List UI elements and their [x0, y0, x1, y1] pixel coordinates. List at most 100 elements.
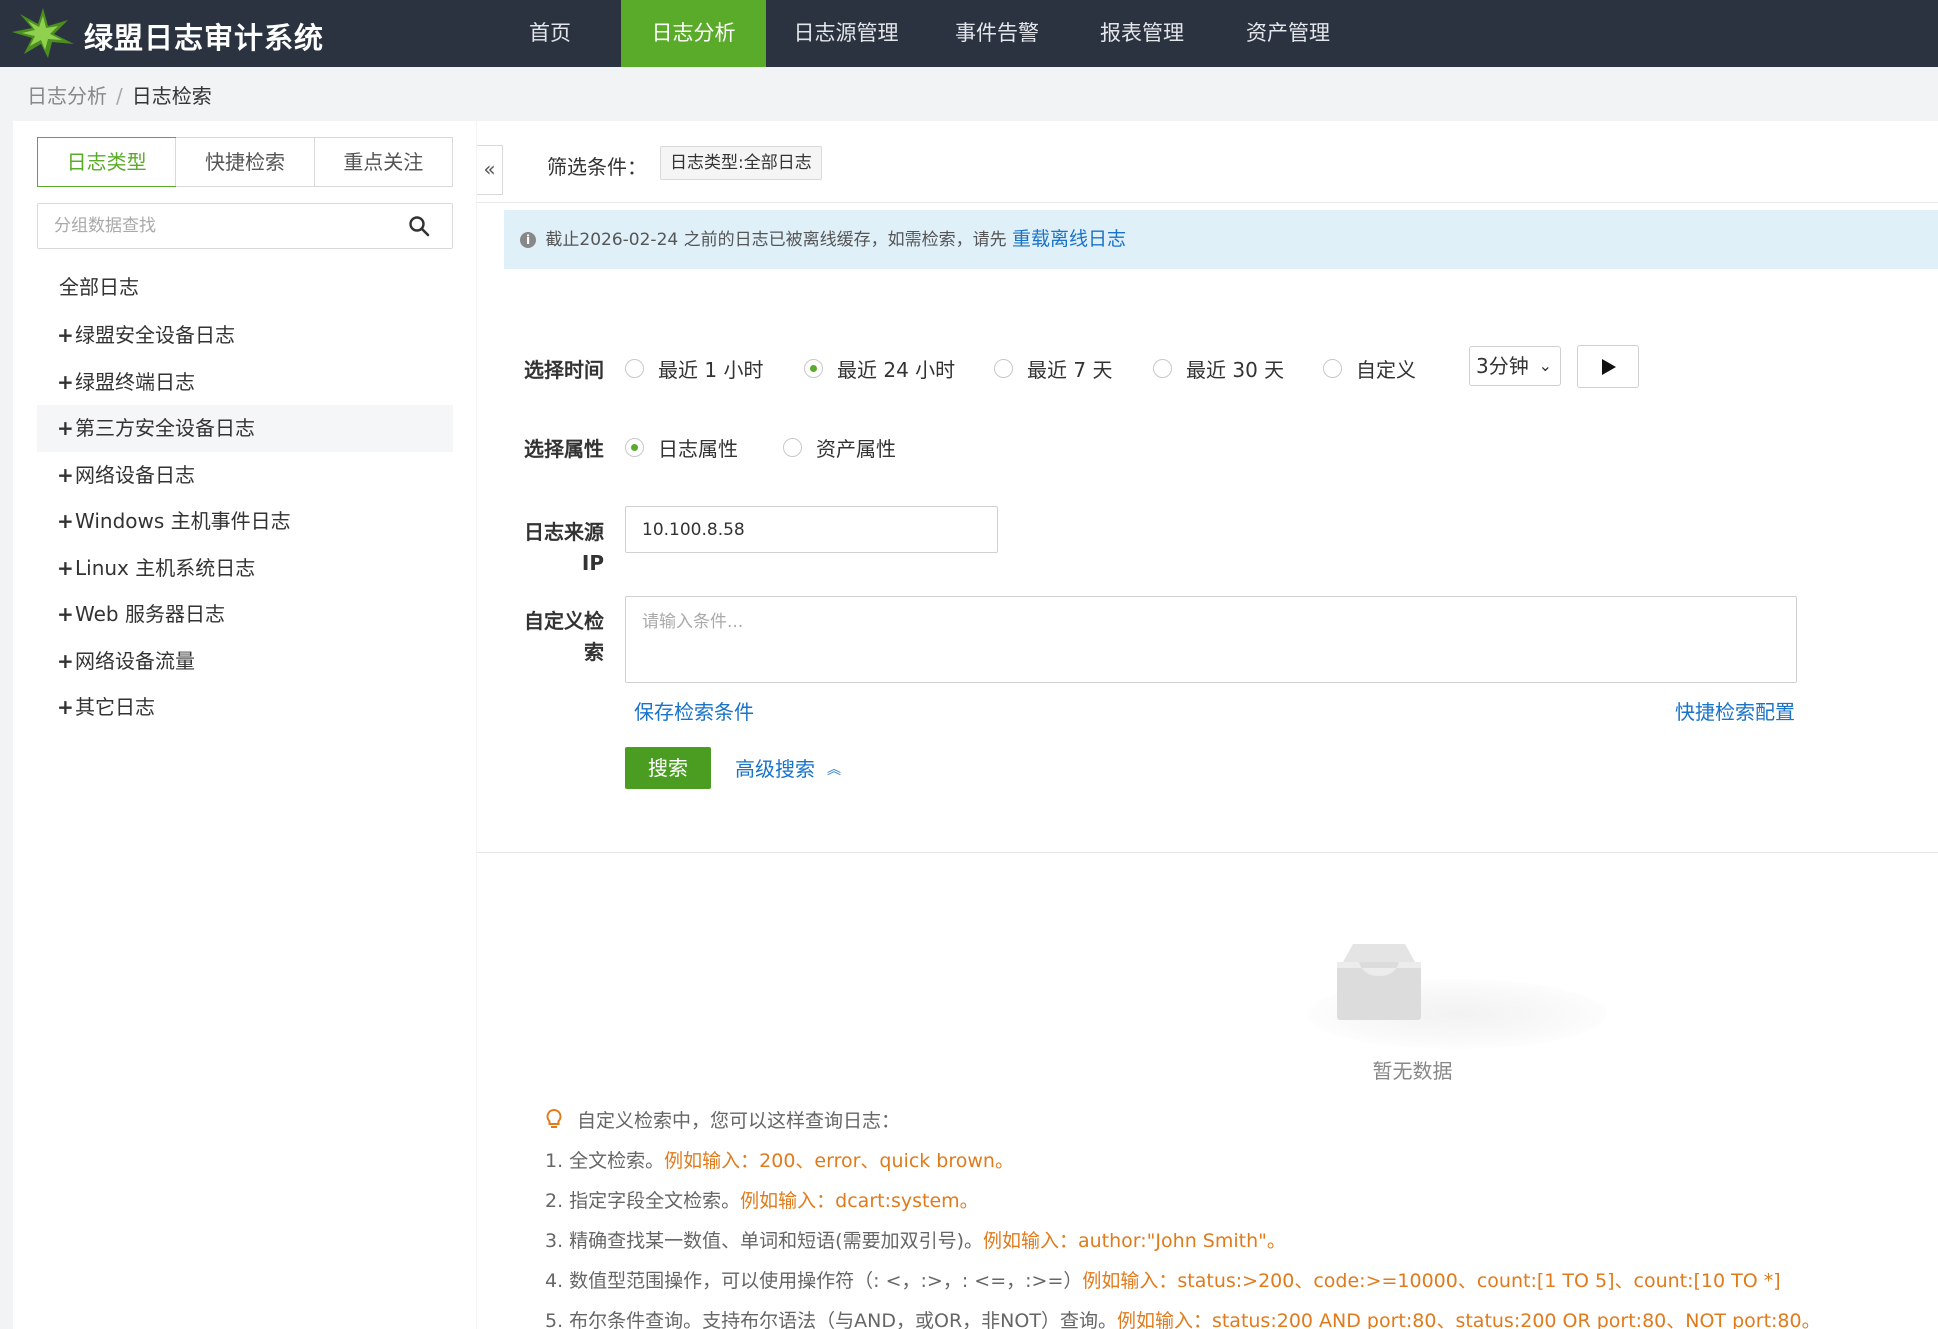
tree-item[interactable]: +Web 服务器日志 [37, 591, 453, 638]
tips-head: 自定义检索中，您可以这样查询日志： [545, 1101, 1935, 1141]
advanced-search-label: 高级搜索 [735, 757, 815, 781]
group-search-box [37, 203, 453, 249]
tab-quick-search[interactable]: 快捷检索 [175, 138, 313, 186]
source-ip-label-line2: IP [581, 551, 604, 575]
tip-text: 2. 指定字段全文检索。 [545, 1190, 741, 1212]
breadcrumb: 日志分析 / 日志检索 [27, 80, 212, 109]
tree-item-label: 网络设备日志 [75, 462, 195, 487]
search-button[interactable]: 搜索 [625, 747, 711, 789]
radio-last-24h[interactable]: 最近 24 小时 [804, 354, 955, 383]
tree-item[interactable]: +网络设备流量 [37, 638, 453, 685]
tree-item[interactable]: +第三方安全设备日志 [37, 405, 453, 452]
radio-asset-attr[interactable]: 资产属性 [783, 433, 896, 462]
info-icon: i [520, 232, 536, 248]
custom-query-textarea[interactable] [625, 596, 1797, 683]
radio-last-7d[interactable]: 最近 7 天 [994, 354, 1112, 383]
custom-query-label-line1: 自定义检 [524, 609, 604, 633]
chevron-down-icon: ⌄ [1538, 356, 1552, 375]
log-type-tree: +绿盟安全设备日志 +绿盟终端日志 +第三方安全设备日志 +网络设备日志 +Wi… [37, 312, 453, 731]
radio-label: 资产属性 [816, 437, 896, 461]
nav-asset[interactable]: 资产管理 [1232, 0, 1344, 67]
tip-text: 3. 精确查找某一数值、单词和短语(需要加双引号)。 [545, 1230, 983, 1252]
quick-search-config-link[interactable]: 快捷检索配置 [1675, 696, 1795, 725]
chevron-up-icon: ︽ [827, 762, 841, 778]
brand-title: 绿盟日志审计系统 [84, 21, 325, 55]
breadcrumb-separator: / [116, 84, 123, 108]
breadcrumb-current: 日志检索 [131, 84, 212, 108]
tree-item-label: Web 服务器日志 [75, 602, 225, 626]
expand-icon[interactable]: + [57, 591, 75, 638]
source-ip-label-line1: 日志来源 [524, 520, 604, 544]
expand-icon[interactable]: + [57, 405, 75, 452]
tip-row: 5. 布尔条件查询。支持布尔语法（与AND，或OR，非NOT）查询。例如输入：s… [545, 1301, 1935, 1329]
no-data-label: 暂无数据 [1372, 1059, 1453, 1083]
radio-label: 自定义 [1356, 358, 1416, 382]
tree-item[interactable]: +绿盟终端日志 [37, 359, 453, 406]
advanced-search-toggle[interactable]: 高级搜索 ︽ [735, 753, 841, 782]
expand-icon[interactable]: + [57, 452, 75, 499]
tree-item-label: Linux 主机系统日志 [75, 555, 256, 580]
tree-item[interactable]: +其它日志 [37, 684, 453, 731]
radio-last-30d[interactable]: 最近 30 天 [1153, 354, 1284, 383]
tab-log-type[interactable]: 日志类型 [37, 137, 177, 187]
empty-inbox-icon [1337, 944, 1421, 1020]
sidebar-tabs: 日志类型 快捷检索 重点关注 [37, 137, 453, 187]
tree-item-label: Windows 主机事件日志 [75, 509, 291, 533]
group-search-input[interactable] [38, 204, 398, 248]
tree-item-label: 其它日志 [75, 695, 155, 719]
tip-example: 例如输入：status:200 AND port:80、status:200 O… [1116, 1310, 1821, 1329]
divider [477, 852, 1938, 853]
tree-item[interactable]: +Windows 主机事件日志 [37, 498, 453, 545]
radio-last-1h[interactable]: 最近 1 小时 [625, 354, 763, 383]
expand-icon[interactable]: + [57, 359, 75, 406]
tip-example: 例如输入：dcart:system。 [740, 1190, 979, 1212]
nav-report[interactable]: 报表管理 [1086, 0, 1198, 67]
expand-icon[interactable]: + [57, 498, 75, 545]
play-icon [1602, 359, 1616, 375]
expand-icon[interactable]: + [57, 684, 75, 731]
nav-log-analysis[interactable]: 日志分析 [621, 0, 766, 67]
tree-root-all-logs[interactable]: 全部日志 [59, 271, 139, 300]
tip-text: 1. 全文检索。 [545, 1150, 665, 1172]
tree-item[interactable]: +Linux 主机系统日志 [37, 545, 453, 592]
play-button[interactable] [1577, 345, 1639, 388]
divider [477, 202, 1938, 203]
refresh-interval-select[interactable]: 3分钟 ⌄ [1469, 346, 1561, 386]
tip-row: 2. 指定字段全文检索。例如输入：dcart:system。 [545, 1181, 1935, 1221]
tree-item[interactable]: +网络设备日志 [37, 452, 453, 499]
tip-example: 例如输入：author:"John Smith"。 [983, 1230, 1286, 1252]
radio-label: 最近 24 小时 [837, 358, 956, 382]
tip-text: 4. 数值型范围操作，可以使用操作符（: <，:>，: <=，:>=） [545, 1270, 1083, 1292]
radio-log-attr[interactable]: 日志属性 [625, 433, 738, 462]
collapse-sidebar-button[interactable]: « [477, 145, 503, 195]
search-icon[interactable] [408, 215, 430, 237]
tip-example: 例如输入：200、error、quick brown。 [664, 1150, 1014, 1172]
offline-cache-alert: i 截止2026-02-24 之前的日志已被离线缓存，如需检索，请先 重载离线日… [504, 210, 1938, 269]
tip-text: 5. 布尔条件查询。支持布尔语法（与AND，或OR，非NOT）查询。 [545, 1310, 1117, 1329]
main-panel: « 筛选条件： 日志类型:全部日志 i 截止2026-02-24 之前的日志已被… [477, 121, 1938, 1329]
custom-query-label: 自定义检 索 [494, 606, 604, 668]
tip-row: 4. 数值型范围操作，可以使用操作符（: <，:>，: <=，:>=）例如输入：… [545, 1261, 1935, 1301]
nav-log-source[interactable]: 日志源管理 [784, 0, 908, 67]
radio-label: 最近 1 小时 [658, 358, 764, 382]
tree-item-label: 第三方安全设备日志 [75, 416, 255, 440]
save-search-link[interactable]: 保存检索条件 [634, 696, 754, 725]
expand-icon[interactable]: + [57, 312, 75, 359]
tree-item-label: 绿盟终端日志 [75, 369, 195, 394]
expand-icon[interactable]: + [57, 638, 75, 685]
nav-home[interactable]: 首页 [506, 0, 594, 67]
filter-tag[interactable]: 日志类型:全部日志 [660, 146, 822, 180]
tree-item-label: 绿盟安全设备日志 [75, 323, 235, 347]
radio-custom[interactable]: 自定义 [1323, 354, 1416, 383]
radio-label: 日志属性 [658, 437, 738, 461]
expand-icon[interactable]: + [57, 545, 75, 592]
nav-event-alert[interactable]: 事件告警 [941, 0, 1053, 67]
source-ip-input[interactable] [625, 506, 998, 553]
breadcrumb-parent[interactable]: 日志分析 [27, 84, 107, 108]
select-value: 3分钟 [1476, 354, 1529, 378]
tab-focus[interactable]: 重点关注 [313, 138, 452, 186]
tree-item[interactable]: +绿盟安全设备日志 [37, 312, 453, 359]
reload-offline-logs-link[interactable]: 重载离线日志 [1012, 228, 1126, 250]
radio-label: 最近 7 天 [1027, 358, 1113, 382]
sidebar: 日志类型 快捷检索 重点关注 全部日志 +绿盟安全设备日志 +绿盟终端日志 +第… [13, 121, 476, 1329]
